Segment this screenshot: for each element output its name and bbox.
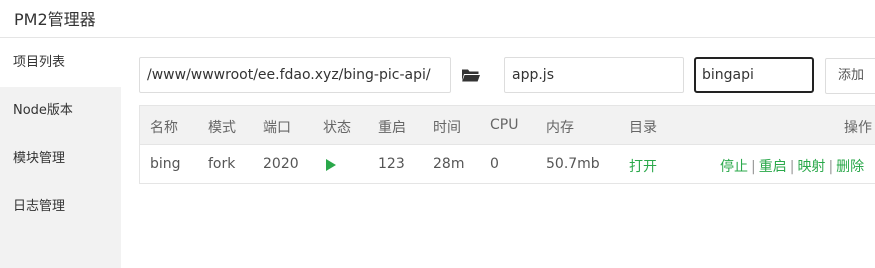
action-separator: | xyxy=(789,159,795,175)
header-name: 名称 xyxy=(150,120,178,136)
folder-open-icon[interactable] xyxy=(454,58,488,92)
row-actions: 停止 | 重启 | 映射 | 删除 xyxy=(720,156,864,176)
startup-file-input[interactable]: app.js xyxy=(504,57,684,93)
open-directory-link[interactable]: 打开 xyxy=(629,156,657,176)
row-port: 2020 xyxy=(263,156,299,172)
row-name: bing xyxy=(150,156,181,172)
action-separator: | xyxy=(751,159,756,175)
header-mode: 模式 xyxy=(208,120,236,136)
restart-link[interactable]: 重启 xyxy=(759,159,787,175)
row-mode: fork xyxy=(208,156,236,172)
app-header: PM2管理器 xyxy=(0,0,875,38)
header-cpu: CPU xyxy=(490,117,519,133)
header-directory: 目录 xyxy=(629,120,657,136)
play-icon[interactable] xyxy=(326,159,336,171)
sidebar: 项目列表 Node版本 模块管理 日志管理 xyxy=(0,39,121,268)
row-restarts: 123 xyxy=(378,156,405,172)
map-link[interactable]: 映射 xyxy=(797,159,825,175)
project-path-input[interactable]: /www/wwwroot/ee.fdao.xyz/bing-pic-api/ xyxy=(139,57,451,93)
sidebar-item-log-manage[interactable]: 日志管理 xyxy=(0,183,121,231)
header-restarts: 重启 xyxy=(378,120,406,136)
add-button[interactable]: 添加 xyxy=(825,58,875,94)
action-separator: | xyxy=(828,159,834,175)
app-title: PM2管理器 xyxy=(14,10,96,29)
row-cpu: 0 xyxy=(490,156,499,172)
header-status: 状态 xyxy=(323,120,351,136)
row-memory: 50.7mb xyxy=(546,156,600,172)
process-table: 名称 模式 端口 状态 重启 时间 CPU 内存 目录 操作 bing fork… xyxy=(139,105,875,184)
stop-link[interactable]: 停止 xyxy=(720,159,748,175)
delete-link[interactable]: 删除 xyxy=(836,159,864,175)
header-memory: 内存 xyxy=(546,120,574,136)
header-time: 时间 xyxy=(433,120,461,136)
header-operations: 操作 xyxy=(844,120,872,136)
header-port: 端口 xyxy=(263,120,291,136)
project-name-input[interactable]: bingapi xyxy=(694,57,814,93)
sidebar-item-project-list[interactable]: 项目列表 xyxy=(0,39,121,87)
sidebar-item-module-manage[interactable]: 模块管理 xyxy=(0,135,121,183)
sidebar-item-node-version[interactable]: Node版本 xyxy=(0,87,121,135)
row-time: 28m xyxy=(433,156,465,172)
